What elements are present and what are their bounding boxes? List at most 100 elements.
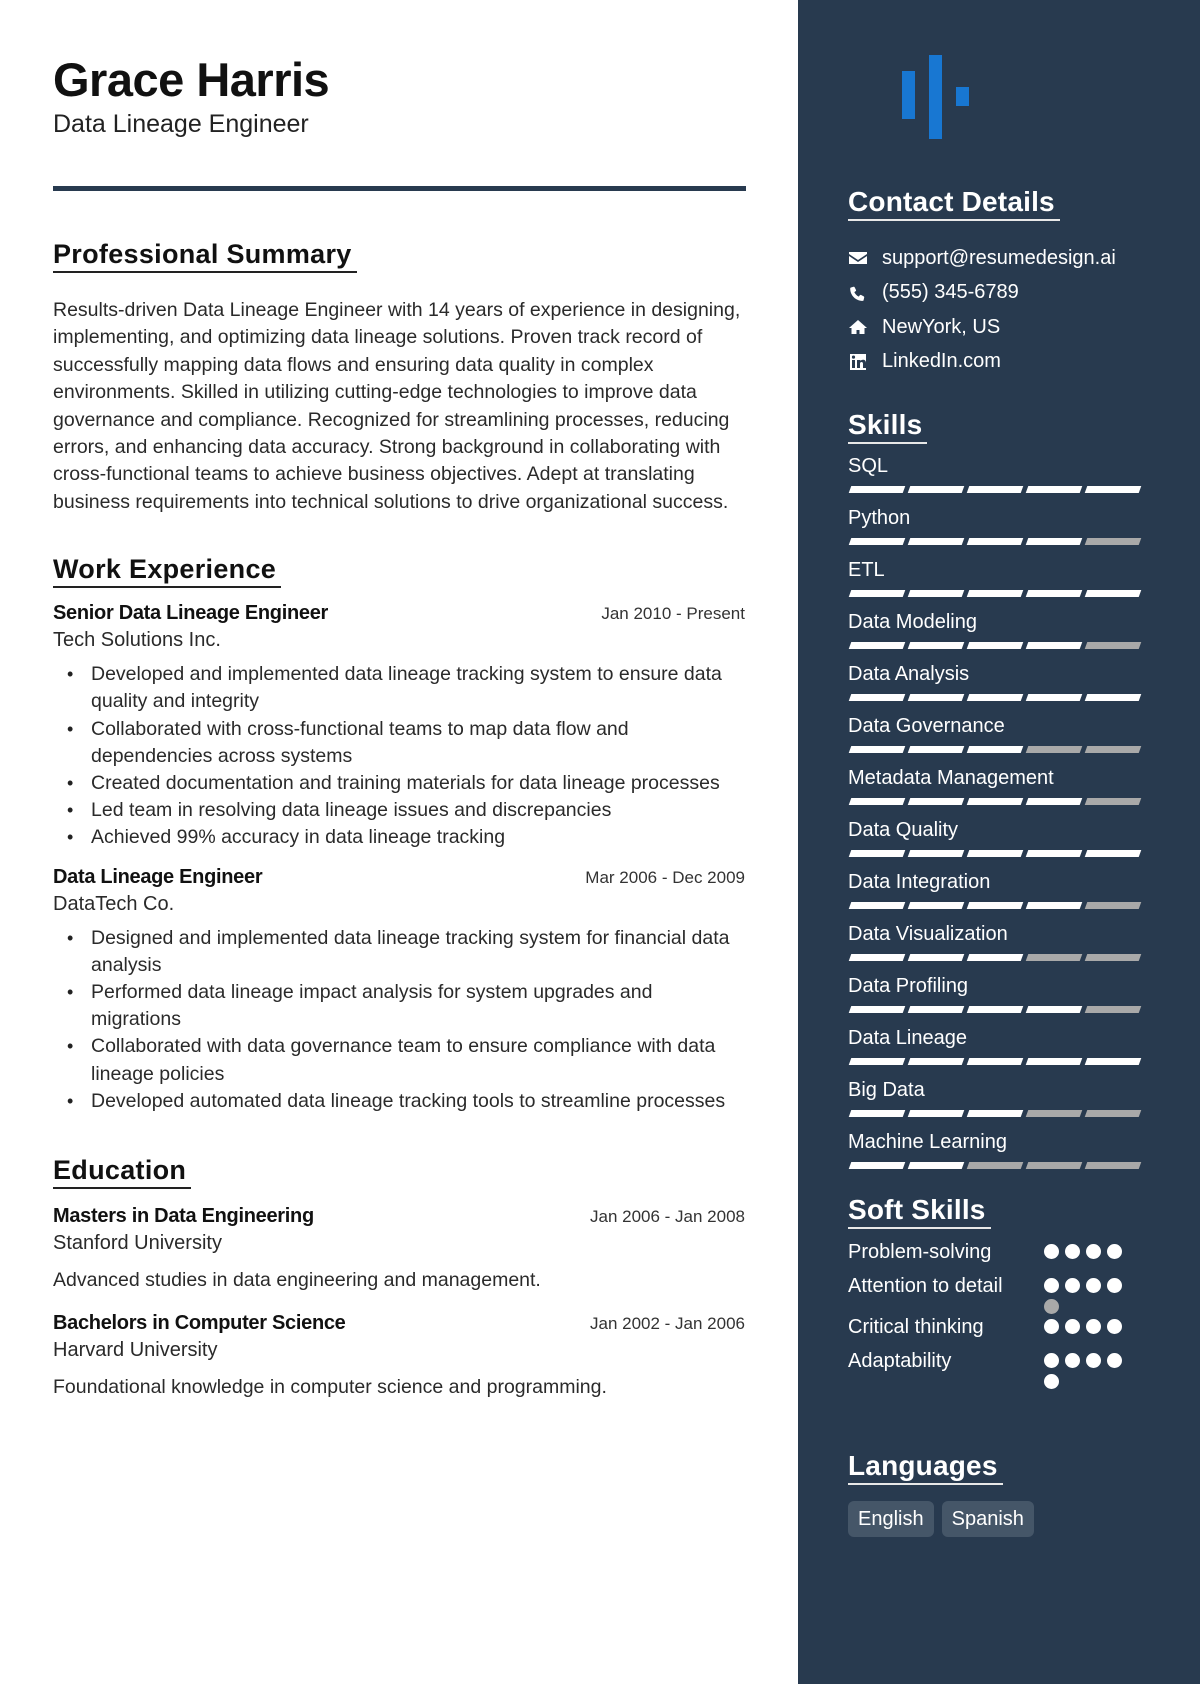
language-chip: English [848, 1501, 934, 1537]
skill-segment-filled [848, 1006, 906, 1013]
languages-section: Languages English Spanish [848, 1449, 1148, 1537]
rating-dot-filled [1044, 1278, 1059, 1293]
education-entry-header: Bachelors in Computer Science Jan 2002 - … [53, 1312, 745, 1335]
phone-icon [848, 283, 868, 303]
rating-dot-filled [1086, 1319, 1101, 1334]
achievement-item: Developed automated data lineage trackin… [67, 1088, 745, 1115]
skill-item: Data Integration [848, 868, 1148, 910]
skill-segment-empty [1084, 902, 1142, 909]
soft-skill-item: Critical thinking [848, 1314, 1148, 1348]
work-entry-header: Senior Data Lineage Engineer Jan 2010 - P… [53, 602, 745, 625]
skill-segment-filled [966, 1058, 1024, 1065]
skill-name: Python [848, 507, 911, 529]
skill-item: Metadata Management [848, 764, 1148, 806]
section-heading-summary: Professional Summary [53, 237, 357, 273]
job-dates: Mar 2006 - Dec 2009 [585, 867, 745, 887]
work-entry-header: Data Lineage Engineer Mar 2006 - Dec 2009 [53, 866, 745, 889]
skill-segment-empty [1025, 954, 1083, 961]
soft-skill-rating [1044, 1348, 1128, 1389]
achievement-item: Collaborated with data governance team t… [67, 1033, 745, 1087]
skill-segment-filled [907, 954, 965, 961]
company-name: Tech Solutions Inc. [53, 629, 221, 652]
contact-item[interactable]: LinkedIn.com [848, 345, 1148, 380]
skill-segment-empty [1084, 1162, 1142, 1169]
achievement-item: Led team in resolving data lineage issue… [67, 797, 745, 824]
skill-segment-empty [1084, 1006, 1142, 1013]
skill-item: SQL [848, 452, 1148, 494]
skill-level-bar [848, 1110, 1148, 1118]
skill-segment-empty [1025, 1110, 1083, 1117]
skill-segment-filled [966, 590, 1024, 597]
home-icon [848, 317, 868, 337]
language-list: English Spanish [848, 1501, 1148, 1537]
skill-segment-filled [907, 1110, 965, 1117]
skill-segment-filled [1025, 902, 1083, 909]
rating-dot-filled [1065, 1353, 1080, 1368]
skill-segment-filled [966, 850, 1024, 857]
skill-segment-filled [1084, 850, 1142, 857]
soft-skill-name: Adaptability [848, 1350, 952, 1372]
contact-item[interactable]: (555) 345-6789 [848, 276, 1148, 311]
skill-item: ETL [848, 556, 1148, 598]
contact-text[interactable]: (555) 345-6789 [882, 281, 1019, 304]
summary-text: Results-driven Data Lineage Engineer wit… [53, 299, 741, 513]
skill-segment-filled [1084, 590, 1142, 597]
rating-dot-filled [1044, 1319, 1059, 1334]
section-heading-work: Work Experience [53, 552, 282, 589]
contact-text[interactable]: NewYork, US [882, 316, 1000, 339]
skill-item: Python [848, 504, 1148, 546]
skill-item: Data Visualization [848, 920, 1148, 962]
rating-dot-filled [1107, 1278, 1122, 1293]
skill-segment-filled [1025, 798, 1083, 805]
contact-item[interactable]: NewYork, US [848, 310, 1148, 345]
skill-name: Data Lineage [848, 1027, 967, 1049]
skill-level-bar [848, 590, 1148, 598]
skill-segment-filled [907, 902, 965, 909]
skill-segment-empty [1084, 954, 1142, 961]
skill-name: ETL [848, 559, 885, 581]
skill-segment-empty [1084, 1110, 1142, 1117]
achievement-item: Developed and implemented data lineage t… [67, 661, 745, 715]
skill-level-bar [848, 1006, 1148, 1014]
skill-segment-filled [907, 746, 965, 753]
skill-name: Metadata Management [848, 767, 1054, 789]
main-column: Grace Harris Data Lineage Engineer Profe… [0, 0, 798, 1684]
skill-segment-filled [966, 1110, 1024, 1117]
skill-segment-filled [848, 1110, 906, 1117]
skill-segment-filled [966, 798, 1024, 805]
skill-segment-filled [1025, 850, 1083, 857]
resume-page: Grace Harris Data Lineage Engineer Profe… [0, 0, 1200, 1684]
achievement-item: Created documentation and training mater… [67, 770, 745, 797]
skill-name: Data Governance [848, 715, 1005, 737]
skill-name: Machine Learning [848, 1131, 1007, 1153]
contact-text[interactable]: support@resumedesign.ai [882, 247, 1116, 270]
soft-skill-rating [1044, 1273, 1128, 1314]
skill-name: Data Visualization [848, 923, 1008, 945]
skill-segment-filled [848, 642, 906, 649]
skill-segment-filled [1025, 486, 1083, 493]
achievement-item: Performed data lineage impact analysis f… [67, 979, 745, 1033]
bar-signal-logo-icon [902, 55, 972, 141]
candidate-name: Grace Harris [53, 53, 330, 106]
achievement-list: Designed and implemented data lineage tr… [53, 925, 745, 1116]
skill-segment-filled [848, 538, 906, 545]
skill-name: Data Quality [848, 819, 959, 841]
skill-level-bar [848, 486, 1148, 494]
contact-text[interactable]: LinkedIn.com [882, 350, 1001, 373]
skill-level-bar [848, 954, 1148, 962]
skill-segment-filled [1025, 694, 1083, 701]
soft-skill-item: Attention to detail [848, 1273, 1148, 1314]
skill-item: Data Quality [848, 816, 1148, 858]
skill-segment-filled [1084, 694, 1142, 701]
skill-name: Data Integration [848, 871, 991, 893]
skill-list: SQL Python ETL Data Modeling Data Analysis Da… [848, 452, 1148, 1170]
skill-segment-filled [907, 1162, 965, 1169]
skill-segment-empty [1025, 1162, 1083, 1169]
skill-level-bar [848, 746, 1148, 754]
contact-list: support@resumedesign.ai (555) 345-6789 New… [848, 241, 1148, 379]
skill-segment-filled [966, 642, 1024, 649]
rating-dot-filled [1044, 1353, 1059, 1368]
achievement-item: Designed and implemented data lineage tr… [67, 925, 745, 979]
soft-skill-item: Adaptability [848, 1348, 1148, 1389]
contact-item[interactable]: support@resumedesign.ai [848, 241, 1148, 276]
